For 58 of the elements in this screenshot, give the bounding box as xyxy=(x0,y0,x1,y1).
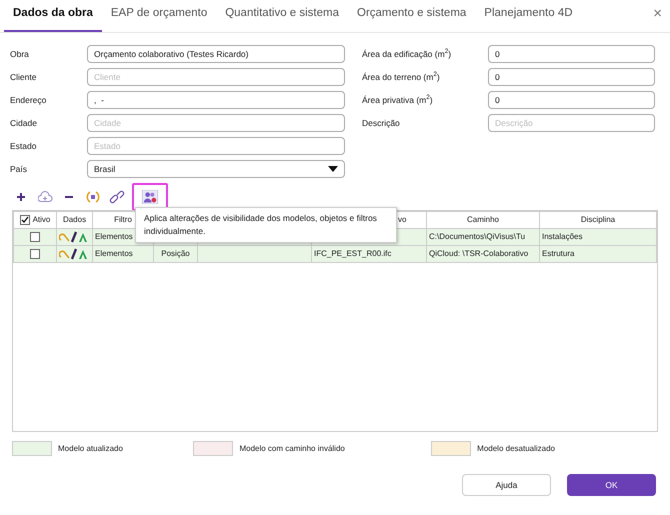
add-icon xyxy=(16,190,26,204)
column-header: Disciplina xyxy=(580,215,616,224)
ok-button[interactable]: OK xyxy=(567,474,656,496)
field-label: Estado xyxy=(10,140,38,152)
checkbox[interactable] xyxy=(20,214,30,225)
users-icon xyxy=(140,190,160,204)
close-button[interactable]: × xyxy=(653,6,662,21)
caret-icon xyxy=(328,166,338,172)
checkbox[interactable] xyxy=(30,248,40,259)
input-field[interactable]: Cidade xyxy=(87,114,345,132)
table-cell: QiCloud: \TSR-Colaborativo xyxy=(429,249,528,258)
field-label: Cidade xyxy=(10,116,38,130)
field-label: Área privativa (m$^{2}$) xyxy=(362,94,434,106)
field-label: Cliente xyxy=(10,70,38,84)
field-label: Obra xyxy=(10,48,30,60)
tab[interactable]: Planejamento 4D xyxy=(475,4,582,32)
toolbar-button[interactable] xyxy=(108,188,126,206)
tab[interactable]: Dados da obra xyxy=(4,4,102,32)
input-field[interactable]: Estado xyxy=(87,137,345,155)
input-field[interactable]: Descrição xyxy=(488,114,655,132)
column-header: Ativo xyxy=(32,215,50,224)
field-label: País xyxy=(10,162,28,176)
legend-label: Modelo atualizado xyxy=(58,442,123,454)
cloud-plus-icon xyxy=(38,190,52,204)
table-cell: IFC_PE_EST_R00.ifc xyxy=(314,249,392,258)
column-header: Dados xyxy=(62,215,86,224)
input-field[interactable]: 0 xyxy=(488,68,655,86)
data-icons-drawing xyxy=(59,230,89,243)
table-cell: Elementos xyxy=(95,232,133,241)
tab[interactable]: EAP de orçamento xyxy=(102,4,216,32)
table-cell: Posição xyxy=(161,249,190,258)
legend-label: Modelo desatualizado xyxy=(477,442,555,454)
tooltip: Aplica alterações de visibilidade dos modelos, objetos e filtros individualmente. xyxy=(135,207,397,242)
column-header: Filtro xyxy=(114,215,132,224)
column-header: vo xyxy=(398,215,406,224)
data-icons-drawing xyxy=(59,248,89,260)
input-field[interactable]: 0 xyxy=(488,91,655,109)
tab[interactable]: Quantitativo e sistema xyxy=(216,4,348,32)
table-cell: C:\Documentos\QiVisus\Tu xyxy=(429,232,526,241)
field-label: Endereço xyxy=(10,94,48,106)
input-field[interactable]: 0 xyxy=(488,45,655,63)
tab[interactable]: Orçamento e sistema xyxy=(348,4,476,32)
country-dropdown[interactable]: Brasil xyxy=(87,160,345,178)
input-field[interactable]: , - xyxy=(87,91,345,109)
help-button[interactable]: Ajuda xyxy=(462,474,551,496)
column-header: Caminho xyxy=(466,215,499,224)
input-field[interactable]: Orçamento colaborativo (Testes Ricardo) xyxy=(87,45,345,63)
legend-label: Modelo com caminho inválido xyxy=(239,442,345,454)
refresh-icon xyxy=(86,190,100,204)
input-field[interactable]: Cliente xyxy=(87,68,345,86)
field-label: Descrição xyxy=(362,116,401,130)
table-cell: Estrutura xyxy=(542,249,574,258)
link-icon xyxy=(109,190,125,204)
checkbox[interactable] xyxy=(30,232,40,242)
field-label: Área da edificação (m$^{2}$) xyxy=(362,48,452,60)
table-cell: Elementos xyxy=(95,249,133,258)
field-label: Área do terreno (m$^{2}$) xyxy=(362,70,441,84)
table-cell: Instalações xyxy=(542,232,582,241)
